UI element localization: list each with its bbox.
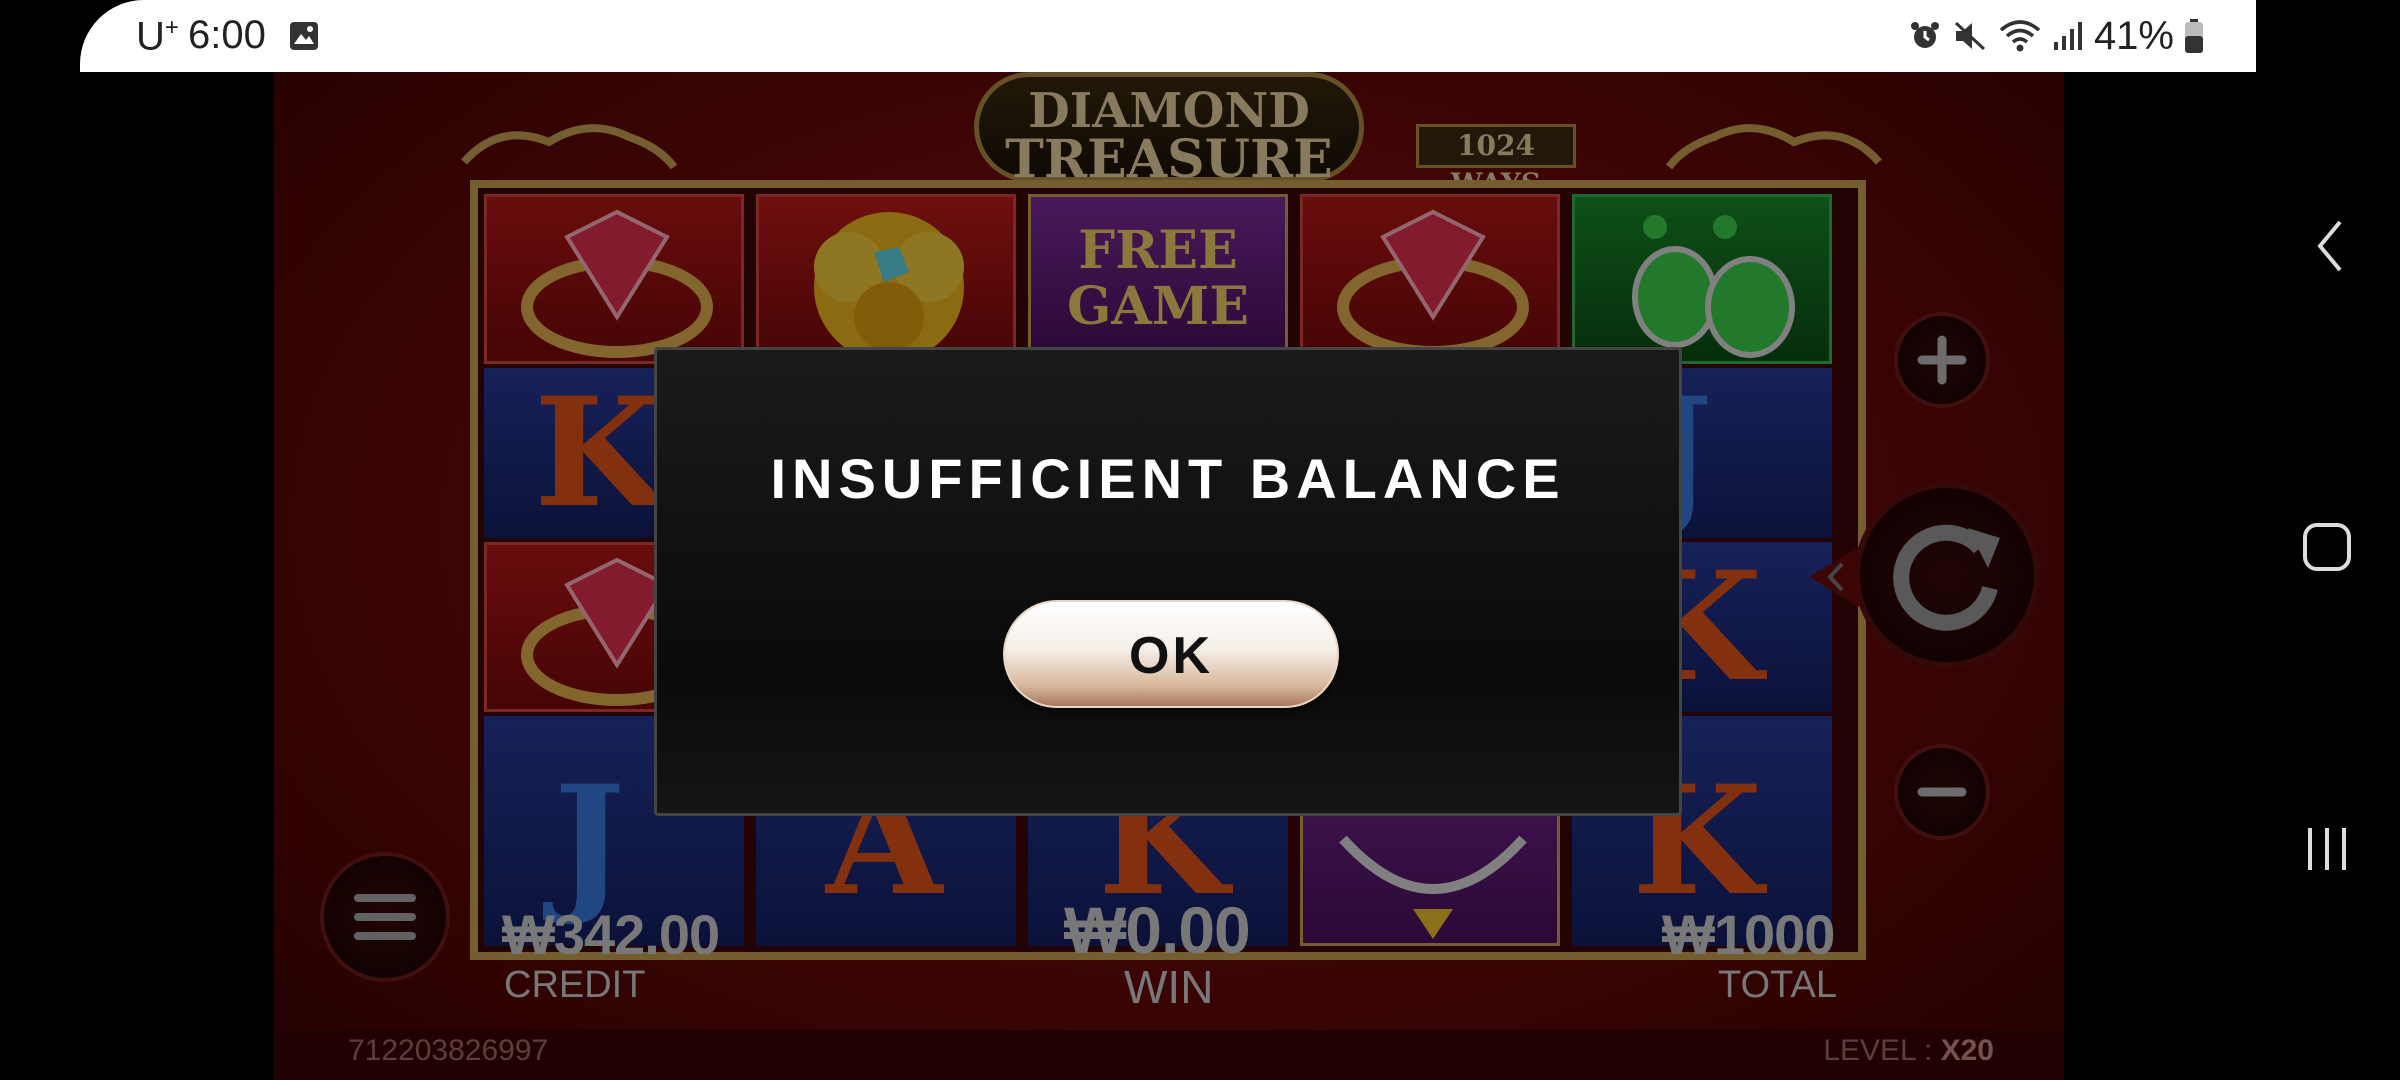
ok-button[interactable]: OK — [1003, 600, 1339, 708]
gallery-icon — [290, 22, 318, 50]
home-icon[interactable] — [2302, 522, 2352, 572]
alarm-icon — [1910, 22, 1939, 48]
dialog-title: INSUFFICIENT BALANCE — [770, 447, 1566, 510]
clock: 6:00 — [188, 13, 266, 57]
wifi-icon — [1999, 20, 2041, 52]
carrier-label: U+ — [136, 14, 179, 59]
recents-icon[interactable] — [2302, 824, 2352, 874]
battery-percent: 41% — [2093, 13, 2174, 58]
status-bar: U+ 6:00 41% — [80, 0, 2256, 72]
mute-icon — [1954, 21, 1985, 51]
signal-icon — [2053, 22, 2082, 50]
battery-icon — [2185, 19, 2203, 53]
insufficient-balance-dialog: INSUFFICIENT BALANCE OK — [654, 347, 1682, 816]
ok-button-label: OK — [1129, 627, 1213, 685]
back-icon[interactable] — [2310, 216, 2350, 276]
